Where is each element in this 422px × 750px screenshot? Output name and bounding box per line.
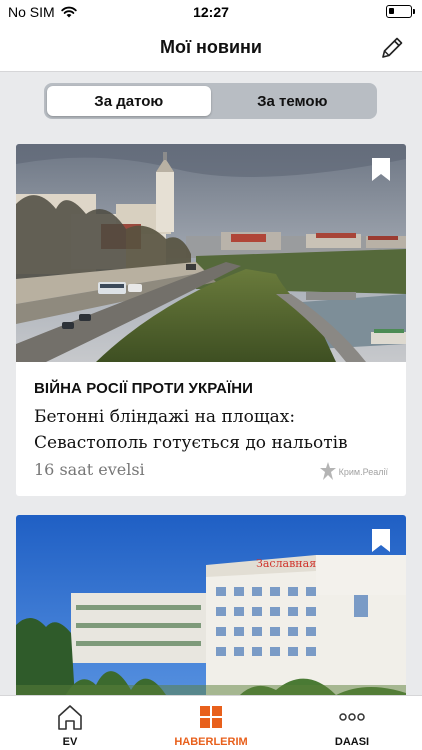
- status-time: 12:27: [193, 4, 229, 20]
- pencil-icon: [382, 37, 403, 58]
- source-logo: Крим.Реалії: [319, 462, 388, 482]
- article-timestamp: 16 saat evelsi: [34, 460, 145, 479]
- tab-label: EV: [62, 736, 78, 748]
- home-icon: [58, 705, 82, 730]
- news-card[interactable]: ВІЙНА РОСІЇ ПРОТИ УКРАЇНИ Бетонні блінда…: [16, 144, 406, 496]
- crimea-logo-icon: [319, 462, 336, 480]
- article-headline[interactable]: Бетонні бліндажі на площах: Севастополь …: [34, 404, 394, 456]
- tab-haberlerim[interactable]: HABERLERIM: [141, 696, 281, 750]
- article-image[interactable]: [16, 144, 406, 362]
- article-image[interactable]: Заславная: [16, 515, 406, 715]
- tab-label: HABERLERIM: [174, 736, 248, 748]
- edit-button[interactable]: [378, 34, 406, 62]
- bookmark-icon[interactable]: [372, 529, 390, 552]
- segment-by-date[interactable]: За датою: [47, 86, 211, 116]
- sanatorium-photo: Заславная: [16, 515, 406, 715]
- status-bar: No SIM 12:27: [0, 0, 422, 24]
- segment-by-topic[interactable]: За темою: [211, 86, 375, 116]
- nav-header: Мої новини: [0, 24, 422, 72]
- battery-icon: [386, 5, 415, 18]
- sort-segmented-control: За датою За темою: [44, 83, 377, 119]
- tab-daasi[interactable]: DAASI: [282, 696, 422, 750]
- bookmark-icon[interactable]: [372, 158, 390, 181]
- building-sign: Заславная: [256, 557, 316, 570]
- page-title: Мої новини: [160, 37, 262, 57]
- tab-ev[interactable]: EV: [0, 696, 140, 750]
- grid-icon: [200, 706, 222, 728]
- source-name: Крим.Реалії: [338, 467, 388, 477]
- tab-label: DAASI: [334, 736, 370, 748]
- news-card[interactable]: Заславная: [16, 515, 406, 715]
- more-icon: [339, 713, 365, 721]
- article-category[interactable]: ВІЙНА РОСІЇ ПРОТИ УКРАЇНИ: [34, 380, 253, 397]
- sevastopol-photo: [16, 144, 406, 362]
- bottom-tab-bar: EV HABERLERIM DAASI: [0, 695, 422, 750]
